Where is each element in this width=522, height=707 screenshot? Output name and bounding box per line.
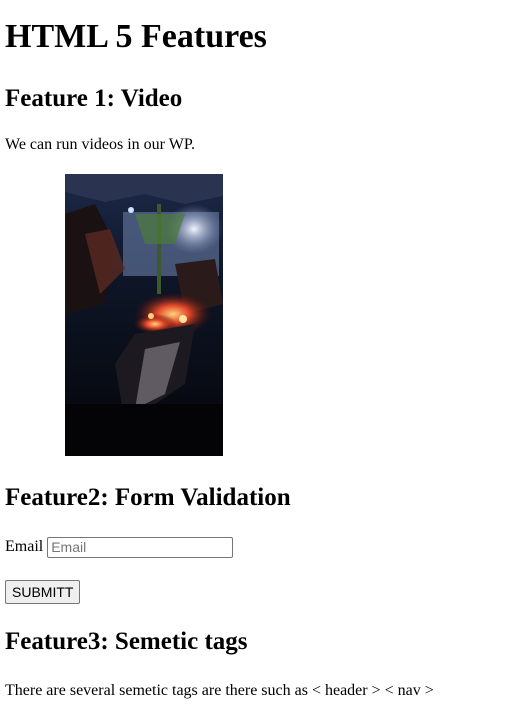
feature3-description: There are several semetic tags are there… xyxy=(5,682,434,699)
feature2-heading: Feature2: Form Validation xyxy=(5,484,291,511)
email-label: Email xyxy=(5,538,44,555)
video-player[interactable] xyxy=(65,174,223,456)
feature1-description: We can run videos in our WP. xyxy=(5,136,195,153)
video-frame xyxy=(65,174,223,456)
feature1-heading: Feature 1: Video xyxy=(5,85,183,112)
page-title: HTML 5 Features xyxy=(5,18,267,55)
email-form-row: Email xyxy=(5,535,234,559)
email-field[interactable] xyxy=(47,536,234,558)
submit-button[interactable]: SUBMITT xyxy=(5,580,81,604)
feature3-heading: Feature3: Semetic tags xyxy=(5,628,248,655)
